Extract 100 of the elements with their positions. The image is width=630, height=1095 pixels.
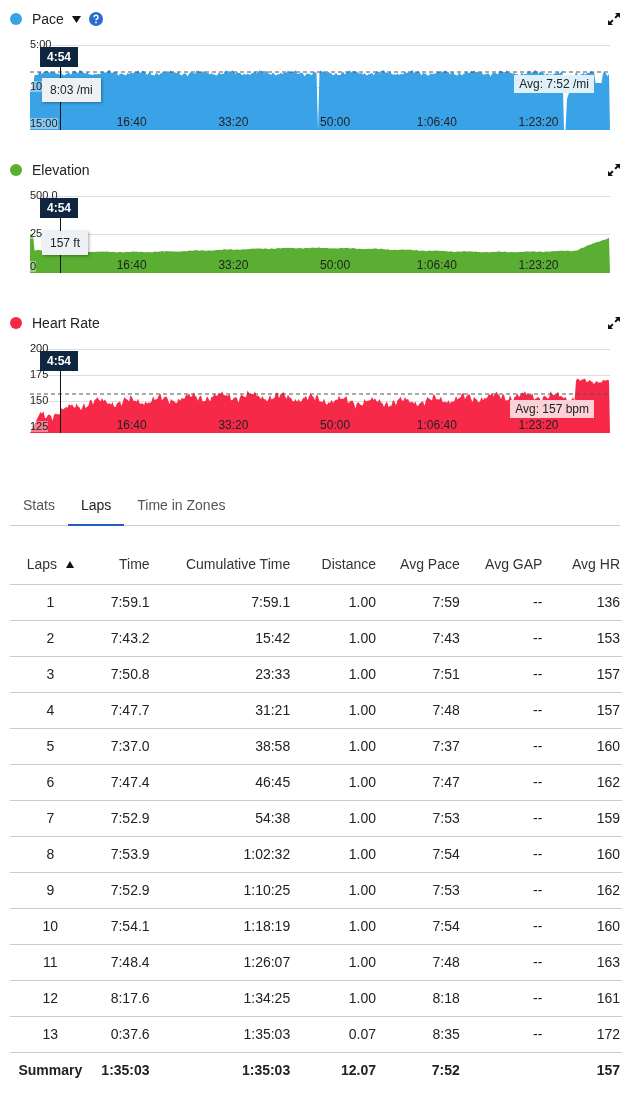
expand-icon[interactable] [608, 13, 620, 25]
table-cell: 1.00 [348, 953, 376, 970]
table-cell: 160 [596, 737, 620, 754]
chart-title: Heart Rate [32, 313, 100, 333]
table-cell: 7:59.1 [251, 593, 291, 610]
axis-label: 10 [30, 81, 43, 92]
table-cell: 172 [596, 1025, 620, 1042]
table-cell: 1.00 [348, 809, 376, 826]
axis-label: 33:20 [218, 116, 249, 128]
table-cell: 5 [46, 737, 55, 754]
table-cell: 161 [596, 989, 620, 1006]
table-cell: 7 [46, 809, 55, 826]
axis-label: 33:20 [218, 419, 249, 431]
summary-cell: 1:35:03 [241, 1061, 291, 1078]
axis-label: 1:23:20 [518, 116, 559, 128]
column-header[interactable]: Distance [321, 555, 376, 572]
table-cell: 1:34:25 [243, 989, 291, 1006]
table-cell: 1.00 [348, 629, 376, 646]
caret-icon[interactable] [71, 15, 81, 23]
axis-label: 1:23:20 [518, 259, 559, 271]
summary-cell: Summary [18, 1061, 83, 1078]
column-header[interactable]: Cumulative Time [185, 555, 291, 572]
table-cell: 54:38 [255, 809, 291, 826]
table-cell: 11 [43, 953, 58, 970]
table-cell: 1.00 [348, 989, 376, 1006]
table-cell: 7:47.7 [110, 701, 150, 718]
cursor-time-label: 4:54 [40, 47, 79, 67]
table-cell: 1.00 [348, 773, 376, 790]
expand-icon[interactable] [608, 317, 620, 329]
table-cell: 1:26:07 [243, 953, 291, 970]
table-cell: -- [533, 593, 543, 610]
tab[interactable]: Time in Zones [124, 486, 239, 526]
chart-title: Pace [32, 9, 64, 29]
table-cell: 1:10:25 [243, 881, 291, 898]
table-cell: -- [533, 989, 543, 1006]
summary-cell: 7:52 [431, 1061, 460, 1078]
summary-cell: 1:35:03 [101, 1061, 150, 1078]
column-header[interactable]: Time [119, 555, 150, 572]
table-cell: 7:53.9 [110, 845, 150, 862]
table-cell: 7:53 [432, 809, 460, 826]
axis-label: 150 [30, 395, 49, 406]
axis-label: 16:40 [116, 116, 147, 128]
table-cell: 136 [596, 593, 620, 610]
axis-label: 33:20 [218, 259, 249, 271]
tooltip: 157 ft [42, 231, 89, 255]
table-cell: 159 [596, 809, 620, 826]
tab[interactable]: Laps [67, 486, 125, 526]
table-cell: 3 [46, 665, 55, 682]
tab[interactable]: Stats [10, 486, 68, 526]
table-cell: 7:37 [432, 737, 460, 754]
table-cell: 7:48 [432, 953, 460, 970]
table-cell: 13 [42, 1025, 59, 1042]
table-cell: 1.00 [348, 737, 376, 754]
table-cell: 160 [596, 917, 620, 934]
table-cell: 162 [596, 881, 620, 898]
axis-label: 50:00 [320, 259, 351, 271]
expand-icon[interactable] [608, 164, 620, 176]
table-cell: 12 [42, 989, 59, 1006]
axis-label: 1:06:40 [416, 116, 457, 128]
axis-label: 1:23:20 [518, 419, 559, 431]
table-cell: -- [533, 737, 543, 754]
table-cell: 1.00 [348, 701, 376, 718]
summary-cell: 157 [596, 1061, 620, 1078]
table-cell: 10 [42, 917, 59, 934]
table-cell: -- [533, 917, 543, 934]
axis-label: 16:40 [116, 259, 147, 271]
table-cell: 1.00 [348, 881, 376, 898]
axis-label: 16:40 [116, 419, 147, 431]
chart-title: Elevation [32, 160, 90, 180]
table-cell: 7:59.1 [110, 593, 150, 610]
table-cell: 163 [596, 953, 620, 970]
table-cell: 7:48 [432, 701, 460, 718]
table-cell: 7:43.2 [110, 629, 150, 646]
table-cell: 7:54 [432, 845, 460, 862]
table-cell: -- [533, 845, 543, 862]
sort-arrow-icon[interactable] [66, 560, 74, 568]
help-icon[interactable] [88, 12, 103, 26]
table-cell: 8 [46, 845, 55, 862]
table-cell: -- [533, 701, 543, 718]
table-cell: 157 [596, 701, 620, 718]
column-header[interactable]: Avg HR [572, 555, 620, 572]
table-cell: 4 [46, 701, 55, 718]
table-cell: 1 [46, 593, 55, 610]
table-cell: 7:51 [432, 665, 460, 682]
cursor-time-label: 4:54 [40, 198, 79, 218]
table-cell: 1.00 [348, 665, 376, 682]
table-cell: 1.00 [348, 917, 376, 934]
table-cell: 1:35:03 [243, 1025, 291, 1042]
table-cell: 7:59 [432, 593, 460, 610]
column-header[interactable]: Laps [26, 555, 57, 572]
column-header[interactable]: Avg GAP [485, 555, 543, 572]
table-cell: 1.00 [348, 845, 376, 862]
tooltip: 8:03 /mi [42, 78, 101, 102]
table-cell: 46:45 [255, 773, 291, 790]
column-header[interactable]: Avg Pace [400, 555, 460, 572]
table-cell: 0.07 [348, 1025, 376, 1042]
axis-label: 0 [30, 261, 37, 272]
table-cell: -- [533, 809, 543, 826]
table-cell: 7:43 [432, 629, 460, 646]
table-cell: 7:47 [432, 773, 460, 790]
